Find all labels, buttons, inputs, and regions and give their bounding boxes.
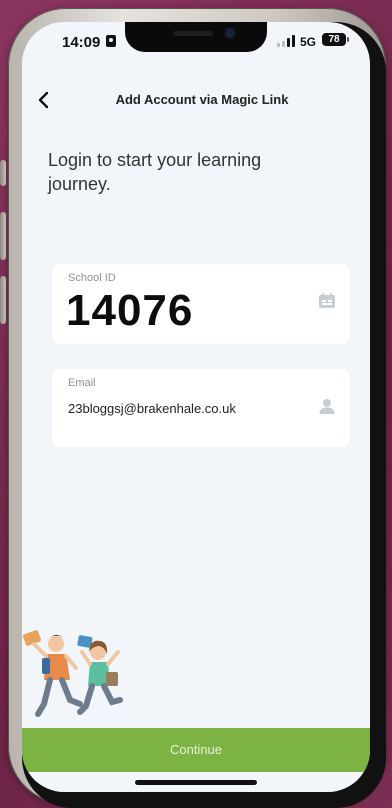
notch — [125, 22, 267, 52]
speaker-grille — [173, 31, 213, 36]
home-indicator[interactable] — [135, 780, 257, 785]
person-icon — [319, 399, 335, 414]
status-time: 14:09 — [62, 34, 101, 51]
app-screen: 14:09 5G 78 Add Account via Magic Link L… — [22, 22, 370, 792]
volume-down-button — [0, 276, 6, 324]
email-value[interactable]: 23bloggsj@brakenhale.co.uk — [68, 401, 236, 416]
continue-button[interactable]: Continue — [22, 728, 370, 772]
school-id-value[interactable]: 14076 — [66, 286, 193, 336]
email-field[interactable]: Email 23bloggsj@brakenhale.co.uk — [52, 369, 350, 447]
email-label: Email — [68, 377, 96, 389]
contact-card-icon — [106, 35, 116, 47]
volume-up-button — [0, 212, 6, 260]
battery-level: 78 — [328, 34, 340, 45]
school-id-label: School ID — [68, 272, 116, 284]
school-id-field[interactable]: School ID 14076 — [52, 264, 350, 344]
mute-switch — [0, 160, 6, 186]
signal-icon — [277, 35, 297, 47]
battery-icon: 78 — [322, 33, 349, 46]
network-type: 5G — [300, 35, 317, 49]
headline-text: Login to start your learning journey. — [48, 150, 262, 194]
camera-icon — [225, 28, 235, 38]
page-title: Add Account via Magic Link — [115, 92, 289, 107]
students-jumping-illustration — [22, 630, 123, 717]
chevron-left-icon — [38, 91, 49, 109]
id-card-icon — [319, 293, 335, 308]
back-button[interactable] — [34, 90, 54, 110]
